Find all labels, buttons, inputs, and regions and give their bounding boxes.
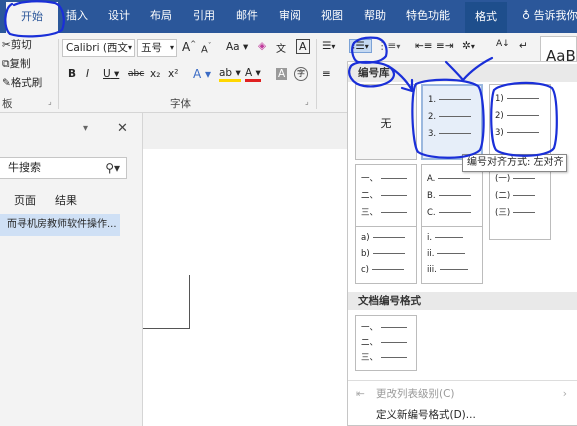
chinese-layout-icon: ✲	[462, 40, 471, 52]
close-pane-icon[interactable]: ✕	[117, 121, 128, 136]
italic-button[interactable]: I	[86, 68, 89, 80]
change-case-button[interactable]: Aa ▾	[226, 41, 248, 53]
character-border-button[interactable]: A	[296, 39, 310, 54]
none-label: 无	[380, 117, 392, 130]
page-corner-mark	[189, 275, 190, 329]
copy-icon: ⧉	[2, 58, 10, 70]
change-level-icon: ⇤	[356, 388, 365, 400]
pane-options-chevron-icon[interactable]: ▾	[83, 123, 88, 134]
font-group-label: 字体	[170, 98, 191, 110]
shrink-font-button[interactable]: Aˇ	[201, 42, 211, 55]
menu-divider	[348, 380, 577, 381]
tab-mailings[interactable]: 邮件	[236, 9, 258, 23]
font-color-button[interactable]: A ▾	[245, 68, 261, 82]
numbering-format-decimal-paren[interactable]: 1) 2) 3)	[489, 84, 551, 160]
superscript-button[interactable]: x²	[168, 68, 178, 80]
tell-me-label: 告诉我你	[533, 9, 577, 22]
tab-review[interactable]: 审阅	[279, 9, 301, 23]
group-divider	[58, 39, 59, 109]
grow-font-button[interactable]: A^	[182, 40, 196, 54]
bullet-list-icon: ☰	[322, 40, 332, 52]
clipboard-group-label: 板	[2, 98, 13, 110]
numbering-none-option[interactable]: 无	[355, 84, 417, 160]
bullets-button[interactable]: ☰▾	[322, 40, 335, 52]
multilevel-list-icon: ⋮≡	[377, 40, 397, 52]
tab-insert[interactable]: 插入	[66, 9, 88, 23]
chevron-down-icon: ▾	[127, 43, 132, 52]
text-effects-button[interactable]: A ▾	[193, 67, 211, 81]
increase-indent-button[interactable]: ≡⇥	[436, 40, 454, 52]
decrease-indent-button[interactable]: ⇤≡	[415, 40, 433, 52]
numbering-library-dropdown: 编号库 无 1. 2. 3. 1) 2) 3) 一、 二、 三、 A. B. C…	[347, 61, 577, 426]
document-page[interactable]	[143, 149, 347, 426]
cut-button[interactable]: ✂剪切	[2, 37, 32, 52]
chinese-layout-button[interactable]: ✲▾	[462, 40, 475, 52]
change-list-level-item[interactable]: ⇤ 更改列表级别(C) ›	[348, 383, 577, 405]
font-name-select[interactable]: Calibri (西文 ▾	[62, 39, 135, 57]
tell-me-box[interactable]: ♁ 告诉我你	[522, 9, 577, 23]
phonetic-guide-button[interactable]: 文	[276, 40, 286, 55]
paintbrush-icon: ✎	[2, 77, 11, 89]
page-corner-mark	[143, 328, 190, 329]
format-painter-button[interactable]: ✎格式刷	[2, 75, 42, 90]
numbering-format-chinese-paren[interactable]: (一) (二) (三)	[489, 164, 551, 240]
character-shading-button[interactable]: A	[276, 68, 288, 80]
define-new-format-item[interactable]: 定义新编号格式(D)...	[348, 404, 577, 426]
ribbon-tab-bar: 开始 插入 设计 布局 引用 邮件 审阅 视图 帮助 特色功能 格式 ♁ 告诉我…	[0, 0, 577, 33]
group-divider	[316, 39, 317, 109]
numbered-list-icon: ⁝☰	[352, 40, 365, 52]
tab-home[interactable]: 开始	[6, 2, 58, 33]
numbering-library-header: 编号库	[348, 64, 577, 82]
navigation-pane: ▾ ✕ 牛搜索 ⚲▾ 页面 结果 而寻机房教师软件操作...	[0, 113, 143, 426]
tab-help[interactable]: 帮助	[364, 9, 386, 23]
align-left-button[interactable]: ≡	[322, 68, 331, 80]
tab-view[interactable]: 视图	[321, 9, 343, 23]
chevron-down-icon: ▾	[169, 43, 174, 52]
highlight-color-button[interactable]: ab ▾	[219, 68, 241, 82]
nav-search-input[interactable]: 牛搜索 ⚲▾	[0, 157, 127, 179]
font-size-select[interactable]: 五号 ▾	[137, 39, 177, 57]
document-formats-header: 文档编号格式	[348, 292, 577, 310]
tab-design[interactable]: 设计	[108, 9, 130, 23]
alignment-tooltip: 编号对齐方式: 左对齐	[462, 154, 567, 172]
numbering-button[interactable]: ⁝☰▾	[349, 39, 372, 53]
multilevel-list-button[interactable]: ⋮≡▾	[377, 40, 400, 52]
sort-button[interactable]: A↓	[496, 39, 510, 49]
tab-special-features[interactable]: 特色功能	[406, 9, 450, 23]
tab-layout[interactable]: 布局	[150, 9, 172, 23]
lightbulb-icon: ♁	[522, 9, 531, 22]
decrease-indent-icon: ⇤≡	[415, 40, 433, 52]
document-canvas	[143, 113, 347, 426]
copy-button[interactable]: ⧉复制	[2, 56, 31, 71]
align-left-icon: ≡	[322, 68, 331, 80]
clear-formatting-button[interactable]: ◈	[258, 40, 266, 52]
underline-button[interactable]: U ▾	[103, 68, 119, 80]
font-launcher-icon[interactable]: ⌟	[305, 97, 309, 106]
increase-indent-icon: ≡⇥	[436, 40, 454, 52]
subscript-button[interactable]: x₂	[150, 68, 160, 80]
bold-button[interactable]: B	[68, 68, 76, 80]
numbering-format-decimal-dot[interactable]: 1. 2. 3.	[421, 84, 483, 160]
nav-heading-item[interactable]: 而寻机房教师软件操作...	[0, 214, 120, 236]
scissors-icon: ✂	[2, 39, 11, 51]
numbering-format-lower-alpha[interactable]: a) b) c)	[355, 226, 417, 284]
document-format-chinese[interactable]: 一、 二、 三、	[355, 315, 417, 371]
nav-tab-pages[interactable]: 页面	[14, 192, 36, 208]
tab-format[interactable]: 格式	[465, 2, 507, 33]
chevron-right-icon: ›	[562, 388, 567, 400]
nav-tab-results[interactable]: 结果	[55, 192, 77, 208]
numbering-format-lower-roman[interactable]: i. ii. iii.	[421, 226, 483, 284]
clipboard-launcher-icon[interactable]: ⌟	[48, 97, 52, 106]
search-icon[interactable]: ⚲▾	[105, 158, 120, 178]
eraser-icon: ◈	[258, 40, 267, 52]
strikethrough-button[interactable]: abc	[128, 69, 144, 79]
enclose-characters-button[interactable]: 字	[294, 67, 308, 81]
show-marks-button[interactable]: ↵	[519, 40, 528, 52]
tab-references[interactable]: 引用	[193, 9, 215, 23]
